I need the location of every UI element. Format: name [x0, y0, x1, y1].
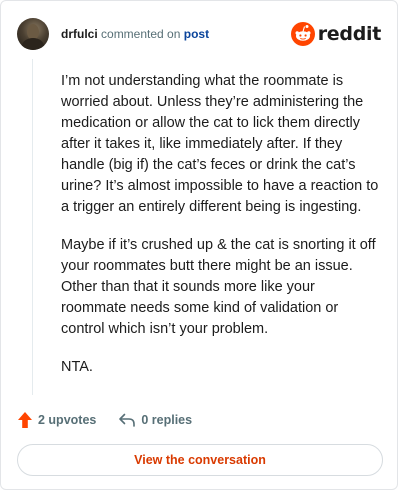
comment-paragraph-2: Maybe if it’s crushed up & the cat is sn… — [61, 237, 376, 337]
view-conversation-button[interactable]: View the conversation — [17, 444, 383, 476]
reply-action[interactable]: 0 replies — [118, 412, 192, 428]
upvote-arrow-icon — [17, 411, 38, 429]
action-text: commented on — [101, 27, 181, 41]
avatar-body — [22, 38, 44, 50]
avatar[interactable] — [17, 18, 49, 50]
reply-arrow-icon — [118, 412, 141, 428]
upvote-count: 2 upvotes — [38, 413, 97, 427]
comment-embed-card: drfulci commented on post reddit I’m not… — [0, 0, 398, 490]
thread-line — [32, 59, 33, 395]
reddit-snoo-icon — [290, 22, 315, 46]
upvote-action[interactable]: 2 upvotes — [17, 411, 96, 429]
comment-meta: drfulci commented on post — [61, 26, 209, 42]
author-name[interactable]: drfulci — [61, 27, 98, 41]
comment-actions: 2 upvotes 0 replies — [17, 409, 192, 431]
comment-paragraph-3: NTA. — [61, 359, 93, 375]
reddit-logo[interactable]: reddit — [290, 22, 382, 46]
comment-body: I’m not understanding what the roommate … — [61, 71, 381, 395]
reply-count: 0 replies — [141, 413, 193, 427]
comment-header: drfulci commented on post reddit — [17, 17, 381, 51]
comment-paragraph-1: I’m not understanding what the roommate … — [61, 73, 379, 215]
reddit-wordmark: reddit — [317, 23, 382, 45]
post-link[interactable]: post — [184, 27, 209, 41]
